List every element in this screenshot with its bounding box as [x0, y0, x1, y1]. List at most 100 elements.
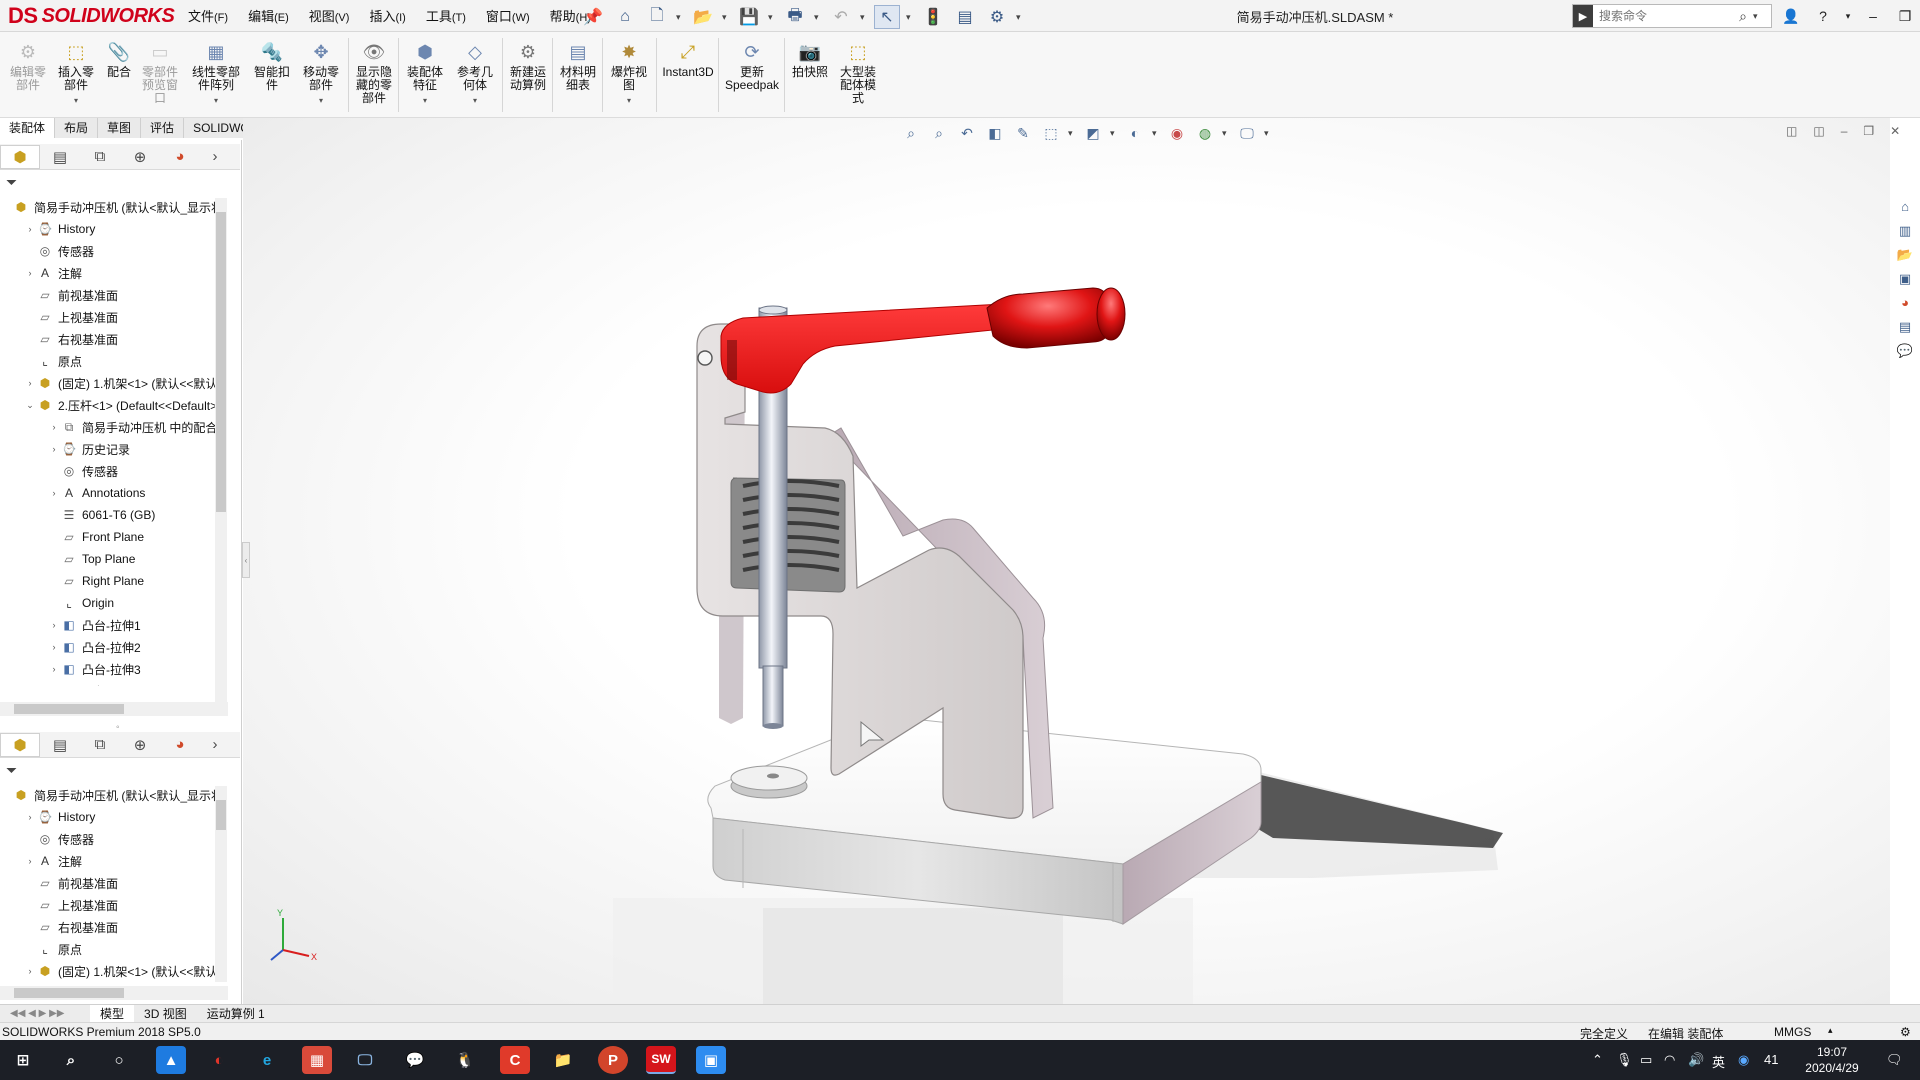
- browser-app-icon[interactable]: ◐: [204, 1046, 234, 1074]
- file-properties-icon[interactable]: ▤: [952, 5, 978, 29]
- tree-expander-icon[interactable]: ›: [48, 620, 60, 630]
- file-explorer-icon[interactable]: 📂: [1894, 244, 1916, 265]
- print-icon[interactable]: 🖶: [782, 5, 808, 29]
- chevron-down-icon[interactable]: ▾: [768, 12, 776, 23]
- cortana-icon[interactable]: ○: [104, 1046, 134, 1074]
- tab-command-manager-1[interactable]: 布局: [55, 118, 99, 138]
- chevron-up-icon[interactable]: ⌃: [1592, 1052, 1603, 1068]
- chevron-down-icon[interactable]: ▾: [402, 94, 448, 107]
- scrollbar-thumb[interactable]: [14, 988, 124, 998]
- chevron-down-icon[interactable]: ▾: [1753, 11, 1761, 22]
- tree-horizontal-scrollbar[interactable]: [0, 702, 228, 716]
- scrollbar-thumb[interactable]: [216, 800, 226, 830]
- save-icon[interactable]: 💾: [736, 5, 762, 29]
- chevron-down-icon[interactable]: ▾: [452, 94, 498, 107]
- linear-pattern-button[interactable]: ▦ 线性零部 件阵列 ▾: [186, 40, 246, 107]
- help-icon[interactable]: ?: [1812, 8, 1834, 24]
- tree-expander-icon[interactable]: ›: [24, 268, 36, 278]
- calendar-app-icon[interactable]: ▦: [302, 1046, 332, 1074]
- previous-view-icon[interactable]: ↶: [956, 123, 978, 143]
- select-arrow-icon[interactable]: ↖: [874, 5, 900, 29]
- tree-item[interactable]: › ◧ 凸台-拉伸1: [0, 614, 228, 636]
- display-manager-tab-icon[interactable]: ◕: [160, 733, 200, 757]
- tree-item[interactable]: ⬢ 简易手动冲压机 (默认<默认_显示状:: [0, 784, 228, 806]
- chevron-right-icon[interactable]: ›: [200, 733, 230, 757]
- chevron-up-icon[interactable]: ▴: [1828, 1025, 1833, 1036]
- tree-item[interactable]: › ⌚ 历史记录: [0, 438, 228, 460]
- tree-item[interactable]: ▱ 右视基准面: [0, 916, 228, 938]
- tree-item[interactable]: ▱ Right Plane: [0, 570, 228, 592]
- undo-icon[interactable]: ↶: [828, 5, 854, 29]
- bottom-tab-2[interactable]: 运动算例 1: [197, 1005, 275, 1023]
- chevron-down-icon[interactable]: ▾: [54, 94, 98, 107]
- dimxpert-tab-icon[interactable]: ⊕: [120, 733, 160, 757]
- tab-scroll-arrows[interactable]: ◀◀ ◀ ▶ ▶▶: [0, 1005, 90, 1023]
- pin-icon[interactable]: 📌: [580, 5, 606, 29]
- zoom-to-area-icon[interactable]: ⌕: [928, 123, 950, 143]
- tree-item[interactable]: ⌄ ⬢ 2.压杆<1> (Default<<Default>: [0, 394, 228, 416]
- new-motion-study-button[interactable]: ⚙ 新建运 动算例: [506, 40, 550, 92]
- tree-expander-icon[interactable]: ›: [24, 224, 36, 234]
- home-icon[interactable]: ⌂: [612, 5, 638, 29]
- menu-item-0[interactable]: 文件(F): [178, 6, 238, 28]
- microphone-icon[interactable]: 🎙: [1616, 1052, 1633, 1068]
- design-library-icon[interactable]: ▥: [1894, 220, 1916, 241]
- component-preview-button[interactable]: ▭ 零部件 预览窗口: [138, 40, 182, 105]
- menu-item-3[interactable]: 插入(I): [359, 6, 415, 28]
- status-options-icon[interactable]: ⚙: [1900, 1025, 1911, 1039]
- volume-icon[interactable]: 🔊: [1688, 1052, 1704, 1068]
- viewport-expand-icon[interactable]: ◫: [1813, 124, 1824, 138]
- tree-item[interactable]: ▱ Front Plane: [0, 526, 228, 548]
- tab-command-manager-0[interactable]: 装配体: [0, 118, 56, 138]
- monitor-app-icon[interactable]: 🖵: [350, 1046, 380, 1074]
- feature-tree-tab-icon[interactable]: ⬢: [0, 144, 40, 169]
- system-clock[interactable]: 19:07 2020/4/29: [1790, 1044, 1874, 1076]
- calendar-blue-icon[interactable]: ▣: [696, 1046, 726, 1074]
- chevron-down-icon[interactable]: ▾: [722, 12, 730, 23]
- update-speedpak-button[interactable]: ⟳ 更新 Speedpak: [722, 40, 782, 92]
- search-icon[interactable]: ⌕: [56, 1046, 86, 1074]
- assembly-model-view[interactable]: Y X: [243, 118, 1890, 1008]
- new-document-icon[interactable]: 🗋: [644, 5, 670, 29]
- menu-item-2[interactable]: 视图(V): [299, 6, 360, 28]
- assembly-features-button[interactable]: ⬢ 装配体 特征 ▾: [402, 40, 448, 107]
- graphics-area[interactable]: Y X: [243, 118, 1890, 1008]
- tree-item[interactable]: › ◧ 凸台-拉伸2: [0, 636, 228, 658]
- smart-fasteners-button[interactable]: 🔩 智能扣件: [250, 40, 294, 92]
- tree-item[interactable]: › A 注解: [0, 850, 228, 872]
- appearances-icon[interactable]: ◕: [1894, 292, 1916, 313]
- lever-arm[interactable]: [720, 303, 1014, 394]
- mate-button[interactable]: 📎 配合: [102, 40, 136, 79]
- restore-icon[interactable]: ❐: [1894, 8, 1916, 25]
- wechat-icon[interactable]: 💬: [400, 1046, 430, 1074]
- notification-count-badge[interactable]: 41: [1764, 1052, 1778, 1067]
- tree-horizontal-scrollbar[interactable]: [0, 986, 228, 1000]
- bottom-tab-1[interactable]: 3D 视图: [134, 1005, 197, 1023]
- battery-icon[interactable]: ▭: [1640, 1052, 1652, 1068]
- tree-expander-icon[interactable]: ›: [48, 642, 60, 652]
- section-view-icon[interactable]: ◧: [984, 123, 1006, 143]
- tree-item[interactable]: ⌞ Origin: [0, 592, 228, 614]
- qq-tray-icon[interactable]: ◉: [1738, 1052, 1749, 1068]
- tree-item[interactable]: ▱ 上视基准面: [0, 306, 228, 328]
- options-gear-icon[interactable]: ⚙: [984, 5, 1010, 29]
- tree-item[interactable]: ⬢ 简易手动冲压机 (默认<默认_显示状:: [0, 196, 228, 218]
- bottom-tab-0[interactable]: 模型: [90, 1005, 135, 1023]
- tree-item[interactable]: ▱ 前视基准面: [0, 872, 228, 894]
- search-input[interactable]: [1593, 6, 1733, 26]
- viewport-close-icon[interactable]: ✕: [1890, 124, 1900, 138]
- lever-handle-grip[interactable]: [986, 287, 1126, 349]
- search-icon[interactable]: ⌕: [1733, 8, 1753, 25]
- tree-item[interactable]: › ◧ 凸台-拉伸3: [0, 658, 228, 680]
- edit-component-button[interactable]: ⚙ 编辑零 部件: [6, 40, 50, 92]
- chevron-down-icon[interactable]: ▾: [1016, 12, 1024, 23]
- tree-expander-icon[interactable]: ›: [48, 422, 60, 432]
- menu-item-1[interactable]: 编辑(E): [238, 6, 299, 28]
- photos-app-icon[interactable]: ▲: [156, 1046, 186, 1074]
- insert-component-button[interactable]: ⬚ 插入零 部件 ▾: [54, 40, 98, 107]
- chevron-down-icon[interactable]: ▾: [298, 94, 344, 107]
- tree-item[interactable]: › ⌚ History: [0, 218, 228, 240]
- configuration-manager-tab-icon[interactable]: ⧉: [80, 733, 120, 757]
- forum-icon[interactable]: 💬: [1894, 340, 1916, 361]
- scrollbar-thumb[interactable]: [216, 212, 226, 512]
